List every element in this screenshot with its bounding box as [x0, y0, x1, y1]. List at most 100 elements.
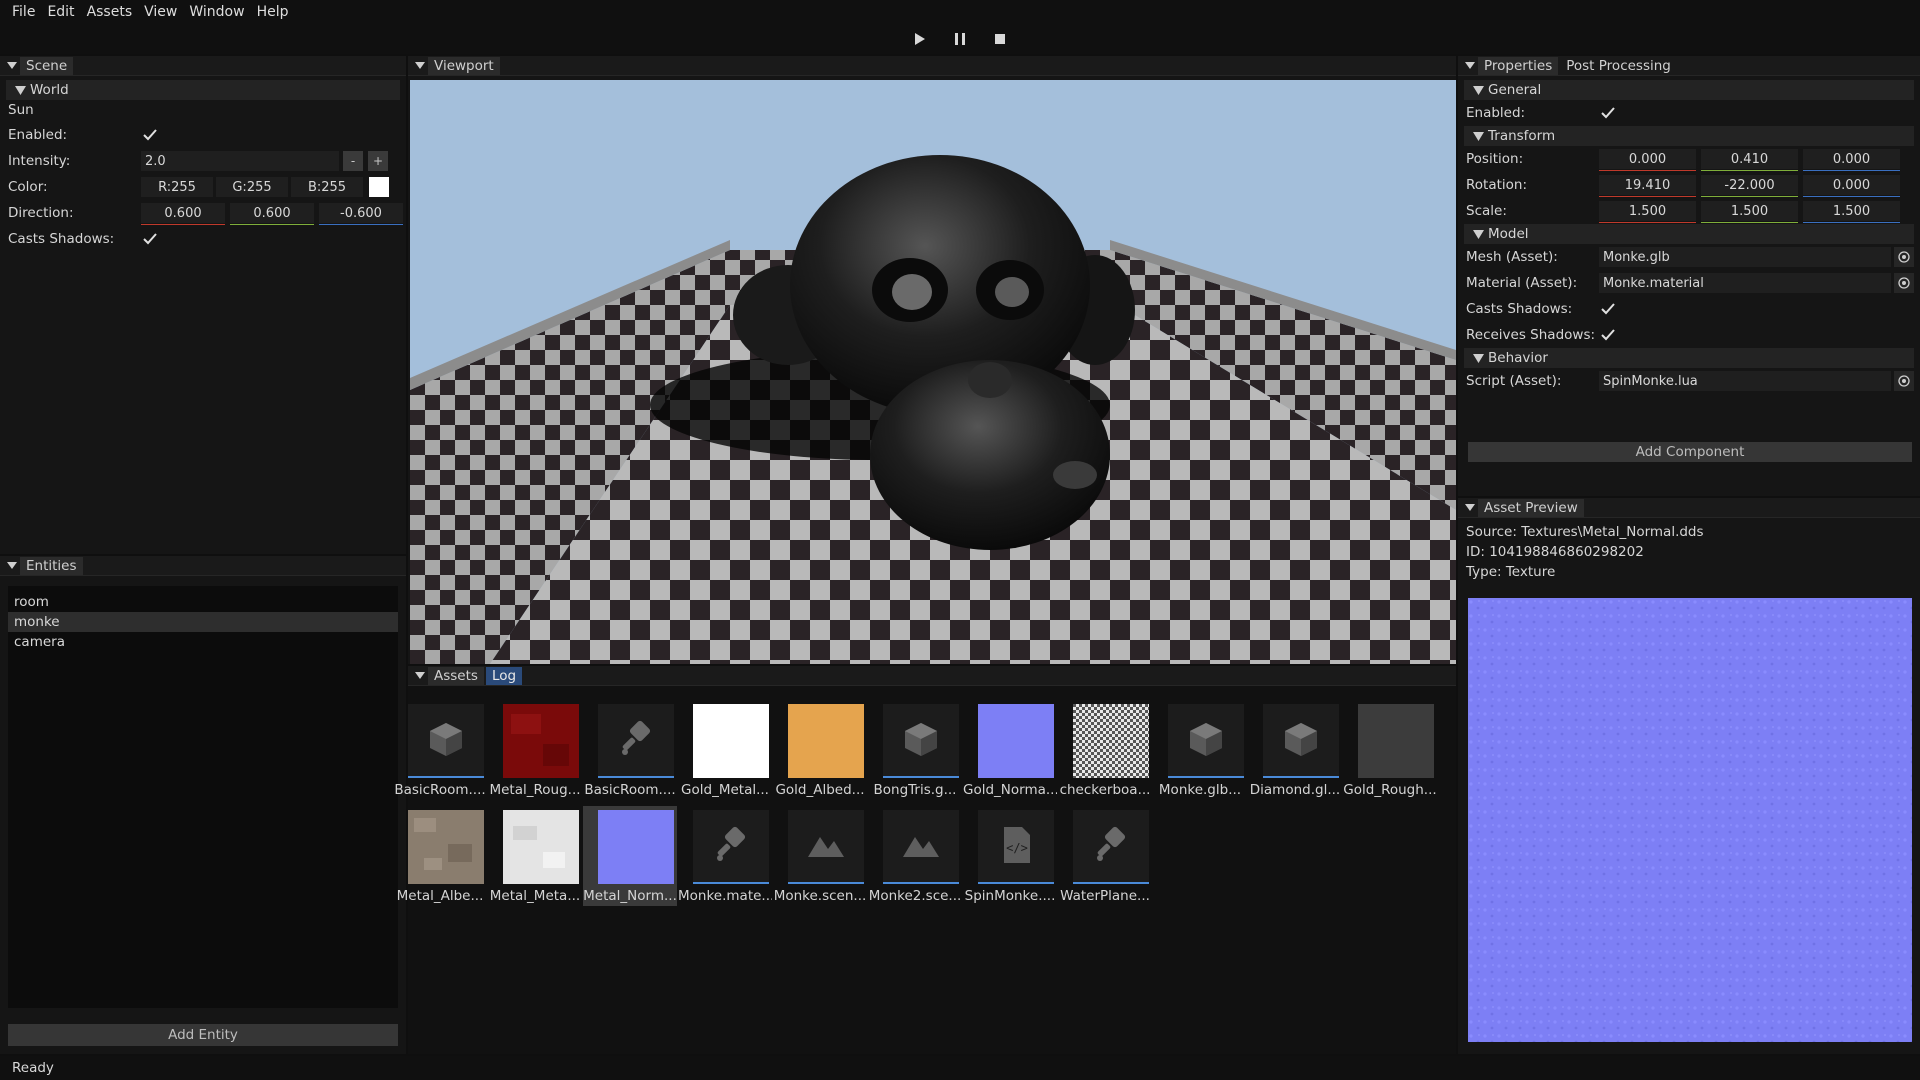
color-g-field[interactable]: G:255	[216, 177, 288, 197]
direction-y-field[interactable]: 0.600	[230, 203, 314, 225]
asset-item-metal-roug[interactable]: Metal_Roug...	[488, 700, 582, 800]
tab-viewport[interactable]: Viewport	[428, 56, 500, 75]
receives-shadows-checkbox[interactable]	[1599, 326, 1617, 344]
add-entity-button[interactable]: Add Entity	[8, 1024, 398, 1046]
casts-shadows-checkbox[interactable]	[141, 230, 159, 248]
section-title: Transform	[1488, 128, 1556, 144]
color-r-field[interactable]: R:255	[141, 177, 213, 197]
mesh-asset-field[interactable]: Monke.glb	[1599, 247, 1891, 267]
panel-menu-icon[interactable]	[4, 56, 20, 76]
enabled-checkbox[interactable]	[141, 126, 159, 144]
material-picker-button[interactable]	[1894, 273, 1914, 293]
asset-item-spinmonke[interactable]: </> SpinMonke....	[963, 806, 1057, 906]
entity-item-camera[interactable]: camera	[8, 632, 398, 652]
texture-thumbnail-icon	[978, 704, 1054, 778]
direction-z-field[interactable]: -0.600	[319, 203, 403, 225]
tab-entities[interactable]: Entities	[20, 556, 83, 575]
intensity-increment-button[interactable]: +	[368, 151, 388, 171]
asset-item-monke-glb[interactable]: Monke.glb...	[1153, 700, 1247, 800]
asset-thumbnail	[1073, 704, 1149, 778]
tab-scene[interactable]: Scene	[20, 56, 74, 75]
asset-item-gold-albed[interactable]: Gold_Albed...	[773, 700, 867, 800]
script-asset-field[interactable]: SpinMonke.lua	[1599, 371, 1891, 391]
enabled-label: Enabled:	[8, 127, 68, 143]
material-icon	[1089, 823, 1133, 871]
mesh-picker-button[interactable]	[1894, 247, 1914, 267]
panel-menu-icon[interactable]	[4, 556, 20, 576]
asset-item-monke2-sce[interactable]: Monke2.sce...	[868, 806, 962, 906]
asset-thumbnail	[598, 810, 674, 884]
menu-window[interactable]: Window	[183, 4, 250, 20]
menu-assets[interactable]: Assets	[81, 4, 139, 20]
menu-edit[interactable]: Edit	[41, 4, 80, 20]
section-transform[interactable]: Transform	[1464, 126, 1914, 146]
panel-menu-icon[interactable]	[1462, 498, 1478, 518]
asset-item-monke-scen[interactable]: Monke.scen...	[773, 806, 867, 906]
menu-view[interactable]: View	[138, 4, 183, 20]
rotation-x-field[interactable]: 19.410	[1599, 175, 1696, 197]
position-y-field[interactable]: 0.410	[1701, 149, 1798, 171]
asset-name: checkerboa...	[1059, 782, 1151, 798]
tab-assets[interactable]: Assets	[428, 666, 484, 685]
position-x-field[interactable]: 0.000	[1599, 149, 1696, 171]
entity-item-room[interactable]: room	[8, 592, 398, 612]
menu-help[interactable]: Help	[251, 4, 295, 20]
scale-y-field[interactable]: 1.500	[1701, 201, 1798, 223]
color-b-field[interactable]: B:255	[291, 177, 363, 197]
asset-item-checkerboa[interactable]: checkerboa...	[1058, 700, 1152, 800]
asset-item-waterplane[interactable]: WaterPlane...	[1058, 806, 1152, 906]
play-button[interactable]	[910, 30, 930, 48]
intensity-decrement-button[interactable]: -	[343, 151, 363, 171]
position-z-field[interactable]: 0.000	[1803, 149, 1900, 171]
asset-item-diamond-gl[interactable]: Diamond.gl...	[1248, 700, 1342, 800]
scale-z-field[interactable]: 1.500	[1803, 201, 1900, 223]
script-label: Script (Asset):	[1466, 373, 1562, 389]
section-model[interactable]: Model	[1464, 224, 1914, 244]
direction-x-field[interactable]: 0.600	[141, 203, 225, 225]
pause-button[interactable]	[950, 30, 970, 48]
stop-button[interactable]	[990, 30, 1010, 48]
script-picker-button[interactable]	[1894, 371, 1914, 391]
asset-item-gold-metal[interactable]: Gold_Metal...	[678, 700, 772, 800]
tab-log[interactable]: Log	[485, 666, 523, 685]
tab-properties[interactable]: Properties	[1478, 56, 1559, 75]
asset-thumbnail	[883, 810, 959, 884]
casts-shadows-checkbox[interactable]	[1599, 300, 1617, 318]
texture-thumbnail-icon	[1073, 704, 1149, 778]
asset-item-monke-mate[interactable]: Monke.mate...	[678, 806, 772, 906]
asset-item-metal-meta[interactable]: Metal_Meta...	[488, 806, 582, 906]
panel-menu-icon[interactable]	[1462, 56, 1478, 76]
asset-item-bongtris-g[interactable]: BongTris.g...	[868, 700, 962, 800]
enabled-checkbox[interactable]	[1599, 104, 1617, 122]
asset-item-metal-albe[interactable]: Metal_Albe...	[393, 806, 487, 906]
asset-item-gold-rough[interactable]: Gold_Rough...	[1343, 700, 1437, 800]
section-title: Behavior	[1488, 350, 1548, 366]
entity-item-monke[interactable]: monke	[8, 612, 398, 632]
panel-menu-icon[interactable]	[412, 56, 428, 76]
section-general[interactable]: General	[1464, 80, 1914, 100]
viewport-canvas[interactable]	[410, 80, 1456, 664]
material-asset-field[interactable]: Monke.material	[1599, 273, 1891, 293]
asset-item-basicroom[interactable]: BasicRoom....	[393, 700, 487, 800]
tab-asset-preview[interactable]: Asset Preview	[1478, 498, 1584, 517]
rotation-z-field[interactable]: 0.000	[1803, 175, 1900, 197]
asset-item-basicroom[interactable]: BasicRoom....	[583, 700, 677, 800]
add-component-button[interactable]: Add Component	[1468, 442, 1912, 462]
texture-thumbnail-icon	[1358, 704, 1434, 778]
object-name: Sun	[8, 102, 34, 118]
asset-name: Gold_Metal...	[681, 782, 769, 798]
asset-item-metal-norm[interactable]: Metal_Norm...	[583, 806, 677, 906]
menu-file[interactable]: File	[6, 4, 41, 20]
tab-post-processing[interactable]: Post Processing	[1560, 57, 1677, 75]
rotation-y-field[interactable]: -22.000	[1701, 175, 1798, 197]
section-behavior[interactable]: Behavior	[1464, 348, 1914, 368]
scene-icon	[804, 823, 848, 871]
color-swatch[interactable]	[369, 177, 389, 197]
rotation-z-value: 0.000	[1832, 177, 1871, 193]
section-world[interactable]: World	[6, 80, 400, 100]
scale-x-field[interactable]: 1.500	[1599, 201, 1696, 223]
asset-item-gold-norma[interactable]: Gold_Norma...	[963, 700, 1057, 800]
intensity-input[interactable]: 2.0	[141, 151, 339, 171]
status-bar: Ready	[0, 1056, 1920, 1080]
panel-menu-icon[interactable]	[412, 666, 428, 686]
